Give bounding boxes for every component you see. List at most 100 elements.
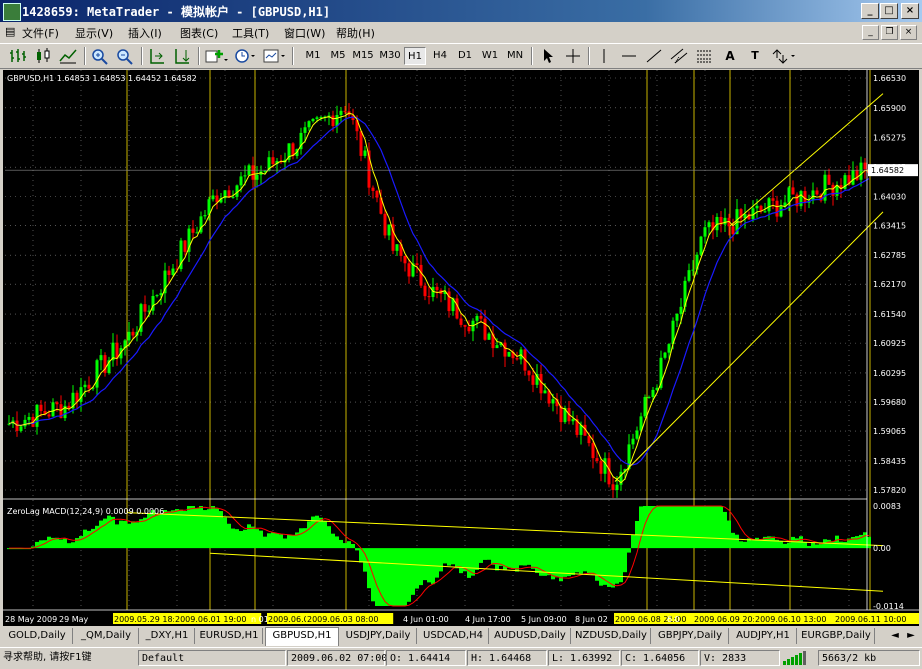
fast-moving-average-line: [8, 112, 870, 484]
timeframe-h4-button[interactable]: H4: [429, 47, 451, 65]
macd-histogram-bar: [403, 548, 407, 606]
arrows-icon[interactable]: [770, 47, 798, 65]
candle-body: [643, 397, 647, 417]
chart-shift-icon[interactable]: [147, 47, 167, 65]
tab-qm-daily[interactable]: _QM,Daily: [74, 628, 139, 644]
tab-audjpy-h1[interactable]: AUDJPY,H1: [730, 628, 797, 644]
candle-body: [191, 228, 195, 233]
timeframe-mn-button[interactable]: MN: [504, 47, 526, 65]
macd-histogram-bar: [207, 509, 211, 549]
candle-body: [211, 195, 215, 200]
candle-body: [435, 286, 439, 291]
menu-view[interactable]: 显示(V): [75, 25, 113, 41]
candle-body: [611, 484, 615, 491]
macd-histogram-bar: [235, 529, 239, 549]
tab-dxy-h1[interactable]: _DXY,H1: [140, 628, 195, 644]
candle-body: [303, 127, 307, 133]
horizontal-line-icon[interactable]: [619, 47, 639, 65]
minimize-button[interactable]: _: [861, 3, 879, 19]
tab-usdcad-h4[interactable]: USDCAD,H4: [418, 628, 489, 644]
status-bar: 寻求帮助, 请按F1键 Default 2009.06.02 07:00 O: …: [0, 647, 922, 669]
macd-histogram-bar: [223, 517, 227, 549]
candle-body: [687, 270, 691, 281]
autoscroll-icon[interactable]: [172, 47, 192, 65]
tab-scroll-left-button[interactable]: ◄: [888, 628, 902, 644]
macd-histogram-bar: [687, 506, 691, 549]
candle-body: [419, 264, 423, 286]
tab-gbpusd-h1[interactable]: GBPUSD,H1: [265, 627, 339, 646]
timeframe-m15-button[interactable]: M15: [351, 47, 375, 65]
menu-charts[interactable]: 图表(C): [180, 25, 218, 41]
timeframe-h1-button[interactable]: H1: [404, 47, 426, 65]
macd-histogram-bar: [771, 536, 775, 549]
menu-help[interactable]: 帮助(H): [336, 25, 375, 41]
timeframe-m30-button[interactable]: M30: [378, 47, 402, 65]
tab-audusd-daily[interactable]: AUDUSD,Daily: [490, 628, 571, 644]
candle-body: [531, 375, 535, 385]
candle-body: [315, 117, 319, 119]
line-chart-icon[interactable]: [58, 47, 78, 65]
crosshair-icon[interactable]: [563, 47, 583, 65]
price-chart[interactable]: 1.665301.659001.652751.646451.640301.634…: [3, 70, 919, 626]
macd-histogram-bar: [411, 548, 415, 595]
macd-histogram-bar: [107, 515, 111, 549]
candle-body: [699, 236, 703, 255]
macd-histogram-bar: [567, 548, 571, 577]
candlestick-icon[interactable]: [33, 47, 53, 65]
mdi-minimize-button[interactable]: _: [862, 25, 879, 40]
macd-histogram-bar: [143, 517, 147, 549]
timeframe-d1-button[interactable]: D1: [454, 47, 476, 65]
vertical-line-icon[interactable]: [594, 47, 614, 65]
periods-icon[interactable]: [233, 47, 257, 65]
indicators-icon[interactable]: [204, 47, 228, 65]
menu-file[interactable]: 文件(F): [22, 25, 59, 41]
timeframe-m1-button[interactable]: M1: [302, 47, 324, 65]
tab-gold-daily[interactable]: GOLD,Daily: [2, 628, 73, 644]
cursor-icon[interactable]: [538, 47, 558, 65]
time-tick-label: 8 Jun 02: [575, 615, 608, 624]
timeframe-w1-button[interactable]: W1: [479, 47, 501, 65]
tab-gbpjpy-daily[interactable]: GBPJPY,Daily: [652, 628, 729, 644]
chart-header: GBPUSD,H1 1.64853 1.64853 1.64452 1.6458…: [7, 74, 197, 83]
macd-histogram-bar: [467, 548, 471, 578]
tab-usdjpy-daily[interactable]: USDJPY,Daily: [340, 628, 417, 644]
macd-histogram-bar: [779, 541, 783, 549]
slow-moving-average-line: [8, 116, 870, 466]
text-tool-button[interactable]: A: [720, 47, 740, 65]
text-label-button[interactable]: T: [745, 47, 765, 65]
zoom-out-icon[interactable]: [115, 47, 135, 65]
tab-scroll-right-button[interactable]: ►: [904, 628, 918, 644]
trendline-icon[interactable]: [644, 47, 664, 65]
mdi-restore-button[interactable]: ❐: [881, 25, 898, 40]
menu-insert[interactable]: 插入(I): [128, 25, 162, 41]
mdi-close-button[interactable]: ×: [900, 25, 917, 40]
tab-eurgbp-daily[interactable]: EURGBP,Daily: [798, 628, 875, 644]
macd-histogram-bar: [423, 548, 427, 581]
menu-tools[interactable]: 工具(T): [232, 25, 269, 41]
tab-eurusd-h1[interactable]: EURUSD,H1: [196, 628, 263, 644]
candle-body: [679, 306, 683, 314]
macd-histogram-bar: [583, 548, 587, 572]
candle-body: [255, 174, 259, 180]
macd-histogram-bar: [451, 548, 455, 565]
price-tick-label: 1.62170: [873, 280, 906, 289]
macd-histogram-bar: [519, 548, 523, 566]
templates-icon[interactable]: [262, 47, 286, 65]
candle-body: [503, 342, 507, 357]
bar-chart-icon[interactable]: [8, 47, 28, 65]
candle-body: [559, 406, 563, 423]
close-button[interactable]: ×: [901, 3, 919, 19]
equidistant-channel-icon[interactable]: [669, 47, 689, 65]
zoom-in-icon[interactable]: [90, 47, 110, 65]
maximize-button[interactable]: □: [880, 3, 898, 19]
tab-nzdusd-daily[interactable]: NZDUSD,Daily: [572, 628, 651, 644]
chart-window[interactable]: 1.665301.659001.652751.646451.640301.634…: [3, 70, 919, 626]
menu-window[interactable]: 窗口(W): [284, 25, 325, 41]
macd-histogram-bar: [383, 548, 387, 606]
macd-histogram-bar: [835, 535, 839, 549]
timeframe-m5-button[interactable]: M5: [327, 47, 349, 65]
candle-body: [859, 162, 863, 180]
macd-histogram-bar: [347, 541, 351, 549]
fibonacci-icon[interactable]: [694, 47, 714, 65]
macd-histogram-bar: [731, 532, 735, 549]
